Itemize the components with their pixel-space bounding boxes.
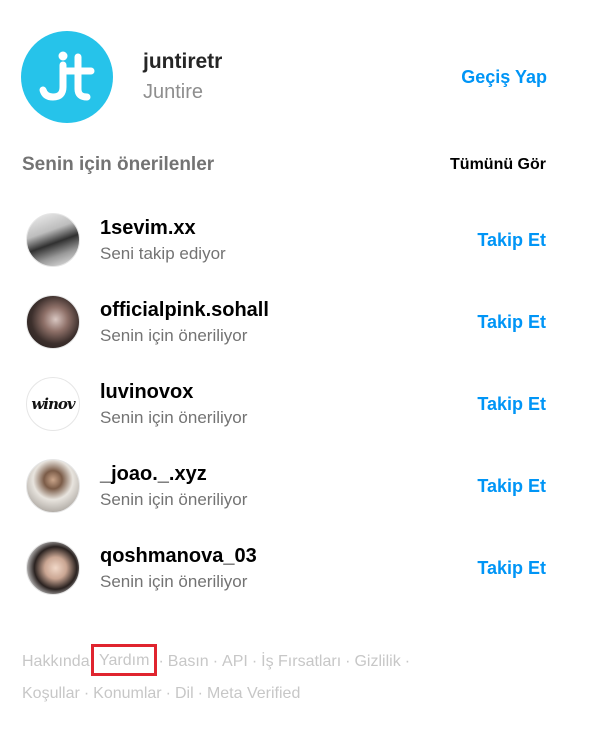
follow-button[interactable]: Takip Et — [477, 230, 546, 251]
list-item: _joao._.xyz Senin için öneriliyor Takip … — [26, 445, 546, 527]
follow-button[interactable]: Takip Et — [477, 558, 546, 579]
suggestion-subtitle: Senin için öneriliyor — [100, 572, 248, 591]
avatar-logo-text: winov — [31, 395, 75, 413]
suggestions-sidebar: juntiretr Juntire Geçiş Yap Senin için ö… — [0, 0, 591, 731]
list-item: officialpink.sohall Senin için öneriliyo… — [26, 281, 546, 363]
footer-separator: · — [212, 653, 219, 670]
footer-link-jobs[interactable]: İş Fırsatları — [261, 653, 341, 670]
current-user-row: juntiretr Juntire Geçiş Yap — [21, 30, 567, 124]
suggestion-info: qoshmanova_03 Senin için öneriliyor — [100, 543, 477, 593]
follow-button[interactable]: Takip Et — [477, 476, 546, 497]
current-user-info: juntiretr Juntire — [143, 49, 461, 106]
suggestion-username[interactable]: _joao._.xyz — [100, 461, 477, 487]
follow-button[interactable]: Takip Et — [477, 312, 546, 333]
footer-link-language[interactable]: Dil — [175, 685, 194, 702]
suggestion-subtitle: Seni takip ediyor — [100, 244, 226, 263]
footer-separator: · — [158, 653, 164, 670]
suggestions-list: 1sevim.xx Seni takip ediyor Takip Et off… — [26, 199, 546, 609]
suggestion-username[interactable]: luvinovox — [100, 379, 477, 405]
footer-link-terms[interactable]: Koşullar — [22, 685, 80, 702]
switch-account-button[interactable]: Geçiş Yap — [461, 67, 547, 88]
suggestion-username[interactable]: officialpink.sohall — [100, 297, 477, 323]
suggestion-subtitle: Senin için öneriliyor — [100, 408, 248, 427]
list-item: 1sevim.xx Seni takip ediyor Takip Et — [26, 199, 546, 281]
avatar[interactable] — [26, 295, 80, 349]
avatar[interactable]: winov — [26, 377, 80, 431]
highlight-box: Yardım — [91, 644, 158, 676]
footer-separator: · — [404, 653, 411, 670]
current-user-full-name: Juntire — [143, 80, 204, 103]
footer-link-press[interactable]: Basın — [168, 653, 209, 670]
footer-link-api[interactable]: API — [222, 653, 248, 670]
avatar[interactable] — [26, 541, 80, 595]
juntire-logo-icon — [39, 51, 95, 101]
suggestion-username[interactable]: qoshmanova_03 — [100, 543, 477, 569]
footer-link-privacy[interactable]: Gizlilik — [354, 653, 400, 670]
avatar[interactable] — [26, 459, 80, 513]
suggestion-info: officialpink.sohall Senin için öneriliyo… — [100, 297, 477, 347]
suggestion-info: luvinovox Senin için öneriliyor — [100, 379, 477, 429]
footer-separator: · — [345, 653, 351, 670]
suggestions-header: Senin için önerilenler Tümünü Gör — [22, 150, 546, 180]
current-user-avatar[interactable] — [21, 31, 113, 123]
list-item: winov luvinovox Senin için öneriliyor Ta… — [26, 363, 546, 445]
footer-links: Hakkında Yardım · Basın · API · İş Fırsatları ·… — [22, 644, 552, 710]
footer-link-meta-verified[interactable]: Meta Verified — [207, 685, 300, 702]
footer-link-locations[interactable]: Konumlar — [93, 685, 161, 702]
see-all-link[interactable]: Tümünü Gör — [450, 156, 546, 174]
footer-separator: · — [165, 685, 171, 702]
suggestion-subtitle: Senin için öneriliyor — [100, 490, 248, 509]
avatar[interactable] — [26, 213, 80, 267]
footer-separator: · — [251, 653, 258, 670]
list-item: qoshmanova_03 Senin için öneriliyor Taki… — [26, 527, 546, 609]
suggestion-info: 1sevim.xx Seni takip ediyor — [100, 215, 477, 265]
suggestion-info: _joao._.xyz Senin için öneriliyor — [100, 461, 477, 511]
footer-separator: · — [197, 685, 203, 702]
suggestions-title: Senin için önerilenler — [22, 154, 215, 175]
suggestion-subtitle: Senin için öneriliyor — [100, 326, 248, 345]
footer-link-about[interactable]: Hakkında — [22, 653, 90, 670]
footer-link-help[interactable]: Yardım — [99, 652, 149, 669]
follow-button[interactable]: Takip Et — [477, 394, 546, 415]
footer-separator: · — [83, 685, 90, 702]
current-user-username[interactable]: juntiretr — [143, 49, 461, 75]
suggestion-username[interactable]: 1sevim.xx — [100, 215, 477, 241]
